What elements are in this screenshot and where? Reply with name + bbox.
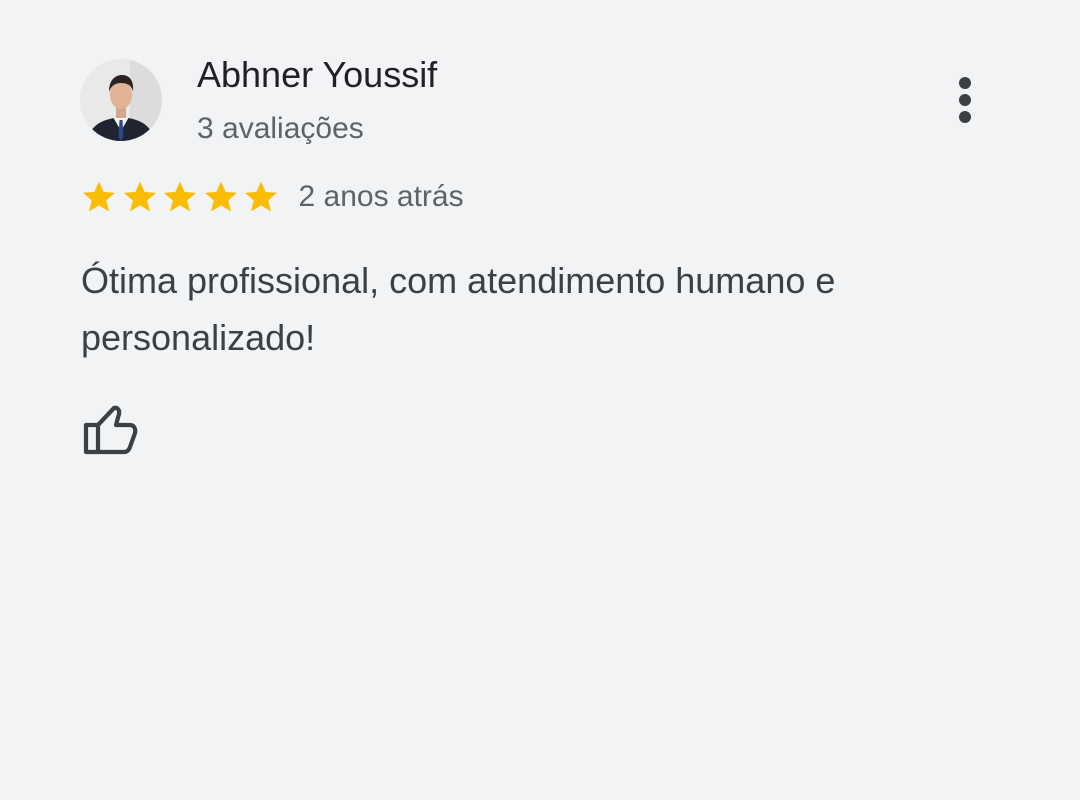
like-button[interactable] [78,402,142,460]
thumbs-up-icon [83,405,138,455]
more-options-button[interactable] [944,73,986,127]
review-date: 2 anos atrás [298,180,464,213]
more-vert-icon-dot [959,111,971,123]
review-text: Ótima profissional, com atendimento huma… [81,260,836,358]
star-rating: 2 anos atrás [80,178,464,216]
star-icon [121,178,159,216]
more-vert-icon [959,77,971,89]
star-icon [80,178,118,216]
star-icon [161,178,199,216]
avatar-photo [80,59,162,141]
more-vert-icon-dot [959,94,971,106]
star-icon [242,178,280,216]
reviewer-name[interactable]: Abhner Youssif [197,53,437,97]
reviewer-avatar[interactable] [80,59,162,141]
star-icon [202,178,240,216]
review-card: Abhner Youssif 3 avaliações 2 anos atrás… [0,0,1080,800]
reviewer-review-count: 3 avaliações [197,112,364,145]
